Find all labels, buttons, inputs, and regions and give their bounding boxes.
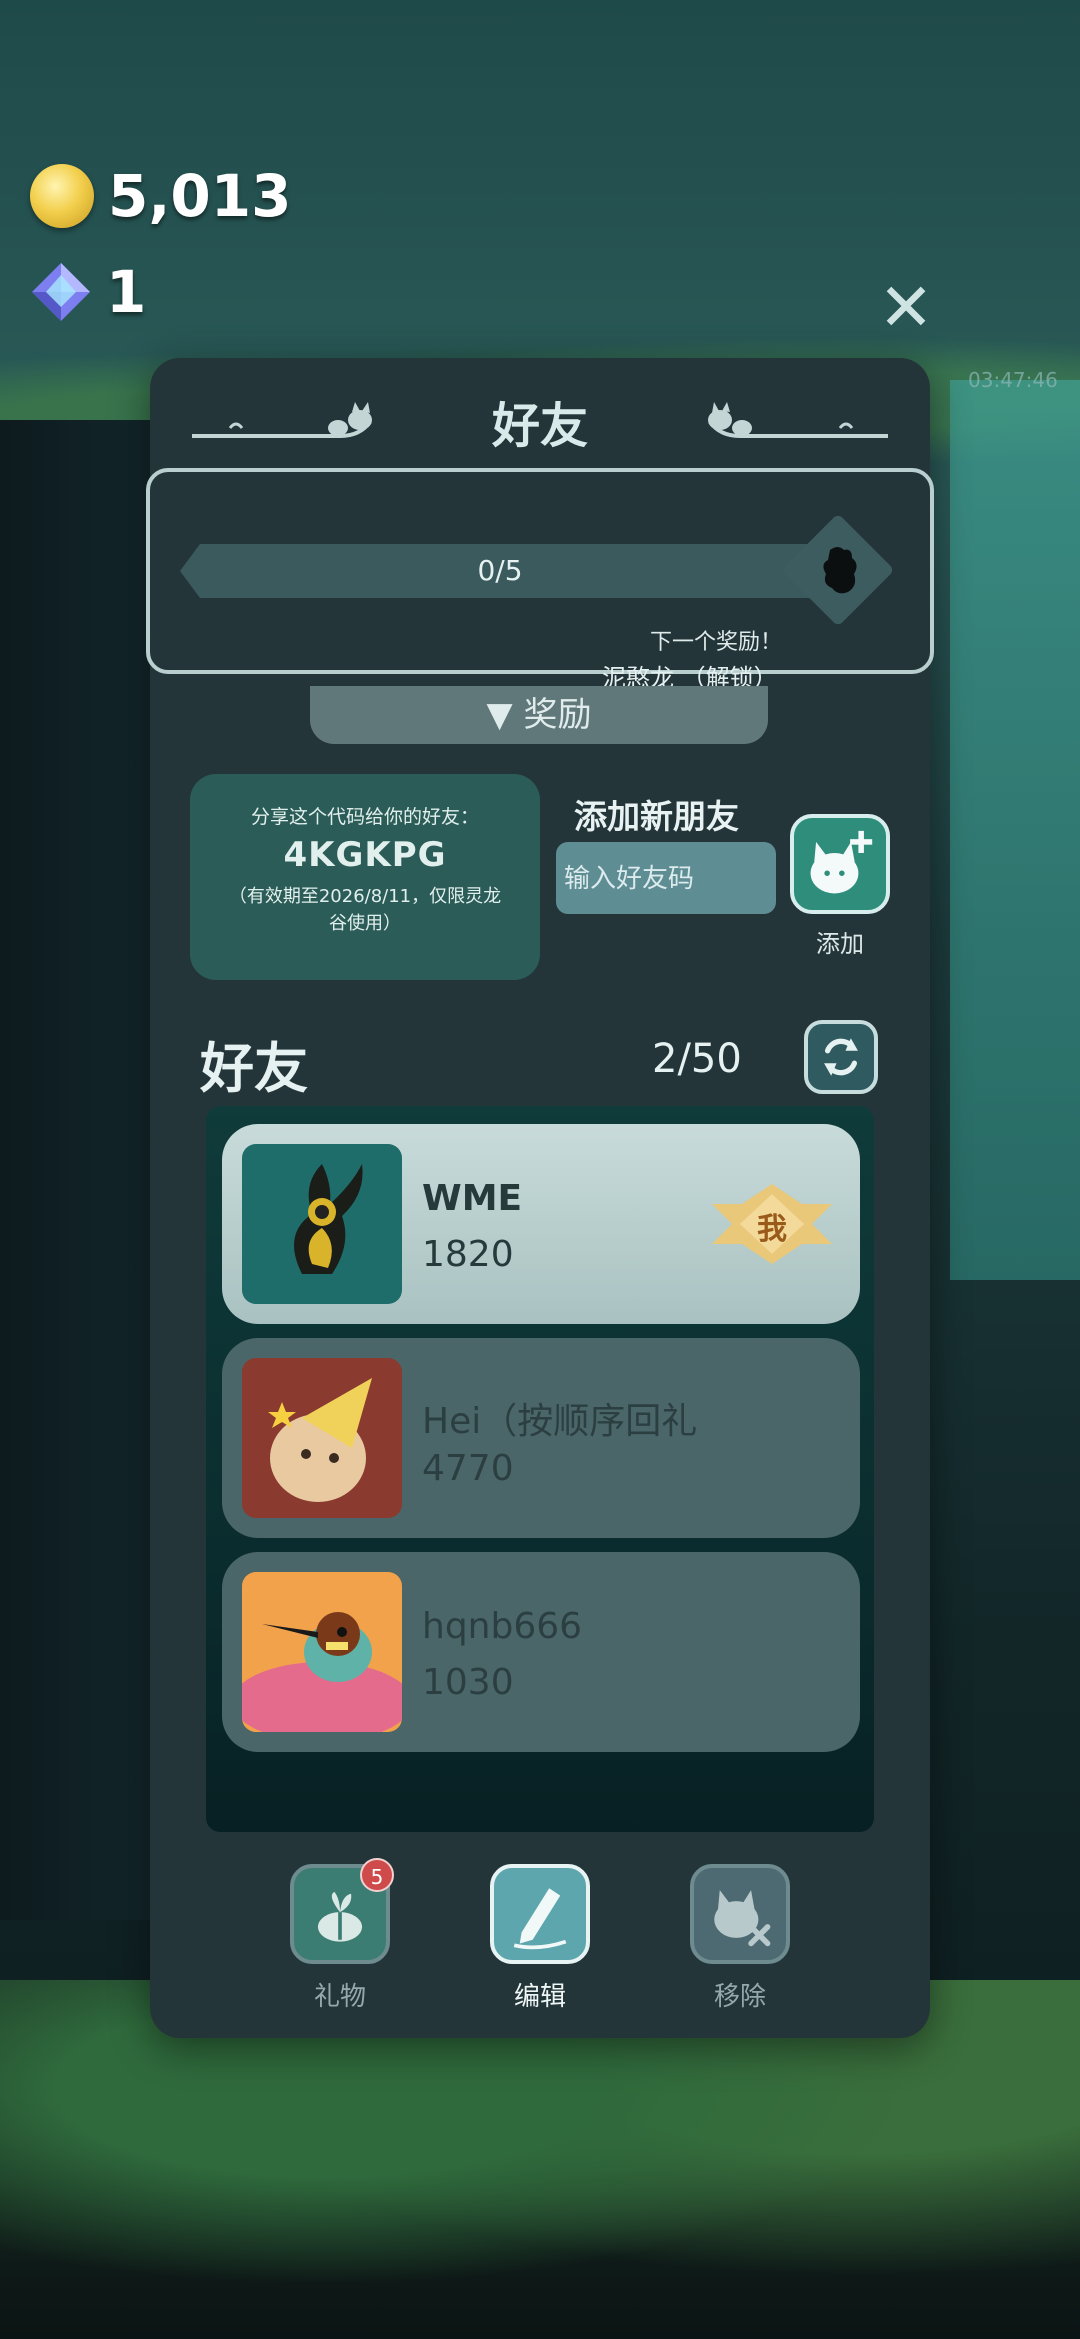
friends-section-title: 好友 xyxy=(200,1037,308,1100)
dragon-avatar-icon xyxy=(242,1144,402,1304)
close-button[interactable]: ✕ xyxy=(876,275,936,341)
friend-code-input[interactable] xyxy=(556,842,776,914)
ornament-right-icon xyxy=(708,402,888,438)
friends-count: 2/50 xyxy=(652,1036,742,1082)
add-friend-icon xyxy=(810,830,873,894)
add-friend-button[interactable] xyxy=(790,814,890,914)
gift-label: 礼物 xyxy=(313,1982,366,2012)
friend-score: 1030 xyxy=(422,1662,514,1703)
dog-party-hat-avatar-icon xyxy=(242,1358,402,1518)
rewards-tab-button[interactable]: ▼ 奖励 xyxy=(310,686,768,744)
gem-value: 1 xyxy=(106,258,147,326)
gift-icon-frame: 5 xyxy=(290,1858,394,1964)
coin-icon xyxy=(30,164,94,228)
remove-label: 移除 xyxy=(713,1982,766,2012)
background-tree xyxy=(0,420,150,1920)
add-friend-label: 添加 xyxy=(816,930,864,958)
friend-name: hqnb666 xyxy=(422,1606,583,1647)
next-reward-label: 下一个奖励！ xyxy=(650,630,783,655)
me-badge-label: 我 xyxy=(757,1212,787,1247)
avatar xyxy=(242,1144,402,1304)
gem-counter: 1 xyxy=(30,258,146,326)
edit-icon-frame xyxy=(490,1864,590,1964)
friend-name: WME xyxy=(422,1178,523,1219)
avatar xyxy=(242,1358,402,1518)
reward-progress-box: 0/5 下一个奖励！ 泥憨龙 （解锁） xyxy=(146,468,934,692)
share-code-card: 分享这个代码给你的好友： 4KGKPG （有效期至2026/8/11，仅限灵龙谷… xyxy=(190,774,540,980)
coin-value: 5,013 xyxy=(108,162,292,230)
friend-row[interactable]: WME 1820 我 xyxy=(222,1124,860,1324)
background-waterfall xyxy=(950,380,1080,1280)
gem-icon xyxy=(30,261,92,323)
edit-label: 编辑 xyxy=(513,1982,566,2012)
remove-friend-icon xyxy=(714,1890,771,1947)
friends-panel: 好友 0/5 下一个奖励！ 泥憨龙 （解锁） ▼ 奖励 分享这个代码给你的好友：… xyxy=(146,358,934,2038)
remove-button[interactable]: 移除 xyxy=(690,1864,790,2013)
background-clock: 03:47:46 xyxy=(968,368,1058,392)
add-friend-title: 添加新朋友 xyxy=(574,797,739,836)
gift-badge: 5 xyxy=(360,1858,394,1892)
edit-button[interactable]: 编辑 xyxy=(490,1864,590,2013)
refresh-icon xyxy=(824,1038,858,1076)
reward-progress-text: 0/5 xyxy=(477,554,523,587)
pen-icon xyxy=(513,1888,567,1950)
coin-counter: 5,013 xyxy=(30,162,291,230)
refresh-button[interactable] xyxy=(804,1020,878,1094)
friend-row[interactable]: hqnb666 1030 xyxy=(222,1552,860,1752)
friends-list[interactable]: WME 1820 我 Hei（按顺序回礼 4770 hqnb666 1030 xyxy=(206,1106,874,1832)
avatar xyxy=(242,1572,402,1732)
dragon-silhouette-icon xyxy=(823,547,857,594)
remove-icon-frame xyxy=(690,1864,790,1964)
share-note: （有效期至2026/8/11，仅限灵龙谷使用） xyxy=(228,886,502,934)
friend-code[interactable]: 4KGKPG xyxy=(190,835,540,875)
bird-avatar-icon xyxy=(242,1572,402,1732)
friend-score: 1820 xyxy=(422,1234,514,1275)
share-label: 分享这个代码给你的好友： xyxy=(250,806,479,828)
friend-name: Hei（按顺序回礼 xyxy=(422,1401,698,1442)
friend-score: 4770 xyxy=(422,1448,514,1489)
friend-row[interactable]: Hei（按顺序回礼 4770 xyxy=(222,1338,860,1538)
gift-button[interactable]: 5 礼物 xyxy=(290,1858,394,2013)
